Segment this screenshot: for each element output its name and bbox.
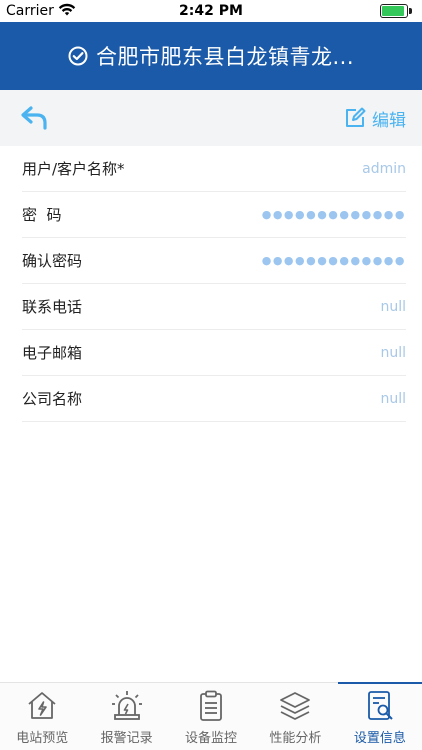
tab-label: 性能分析 [269, 731, 322, 746]
form-row-username[interactable]: 用户/客户名称* admin [22, 146, 406, 192]
row-label: 电子邮箱 [22, 344, 83, 362]
back-arrow-icon[interactable] [20, 104, 50, 132]
form-row-password[interactable]: 密 码 ●●●●●●●●●●●●● [22, 192, 406, 238]
form-row-phone[interactable]: 联系电话 null [22, 284, 406, 330]
row-label: 用户/客户名称* [22, 160, 125, 178]
station-home-icon [28, 692, 56, 719]
tab-label: 设置信息 [353, 731, 406, 746]
battery-icon [380, 4, 414, 18]
tab-settings-info[interactable]: 设置信息 [337, 682, 422, 750]
row-label: 联系电话 [22, 298, 83, 316]
clock-time: 2:42 PM [179, 3, 243, 19]
edit-button[interactable]: 编辑 [344, 104, 406, 132]
edit-icon [346, 107, 366, 127]
user-info-form: 用户/客户名称* admin 密 码 ●●●●●●●●●●●●● 确认密码 ●●… [0, 146, 422, 422]
settings-document-icon [367, 691, 393, 720]
layers-icon [280, 692, 311, 720]
tab-performance-analysis[interactable]: 性能分析 [253, 683, 337, 750]
clipboard-icon [200, 690, 222, 721]
form-row-email[interactable]: 电子邮箱 null [22, 330, 406, 376]
password-value: ●●●●●●●●●●●●● [261, 208, 406, 221]
tab-label: 设备监控 [185, 731, 238, 746]
email-value: null [380, 344, 406, 361]
tab-alarm-records[interactable]: 报警记录 [84, 683, 168, 750]
status-bar: Carrier 2:42 PM [0, 0, 422, 22]
row-label: 确认密码 [22, 252, 83, 270]
row-label: 公司名称 [22, 390, 83, 408]
form-row-confirm-password[interactable]: 确认密码 ●●●●●●●●●●●●● [22, 238, 406, 284]
check-circle-icon [68, 46, 88, 66]
tab-label: 报警记录 [100, 731, 153, 746]
phone-value: null [380, 298, 406, 315]
company-value: null [380, 390, 406, 407]
form-row-company[interactable]: 公司名称 null [22, 376, 406, 422]
bottom-tab-bar: 电站预览 报警记录 设备监控 性能分析 设置信息 [0, 682, 422, 750]
tab-label: 电站预览 [16, 731, 69, 746]
row-label: 密 码 [22, 206, 62, 224]
action-bar: 编辑 [0, 90, 422, 146]
confirm-password-value: ●●●●●●●●●●●●● [261, 254, 406, 267]
tab-station-overview[interactable]: 电站预览 [0, 683, 84, 750]
page-title: 合肥市肥东县白龙镇青龙... [95, 45, 355, 69]
username-value: admin [362, 160, 406, 177]
alarm-siren-icon [111, 691, 142, 720]
edit-label: 编辑 [372, 110, 406, 131]
page-header: 合肥市肥东县白龙镇青龙... [0, 22, 422, 90]
tab-device-monitor[interactable]: 设备监控 [169, 683, 253, 750]
